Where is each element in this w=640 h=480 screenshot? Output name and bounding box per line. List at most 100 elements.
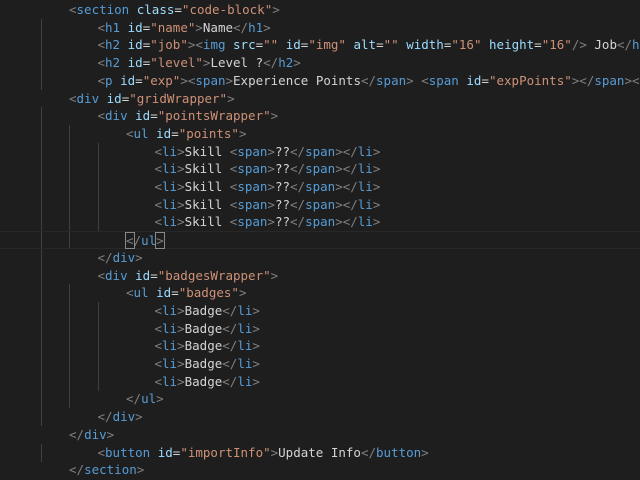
- code-line[interactable]: <li>Badge</li>: [0, 337, 640, 356]
- code-line[interactable]: <ul id="badges">: [0, 284, 640, 303]
- token-tag: span: [237, 179, 268, 194]
- indent-guide: [69, 301, 70, 320]
- token-punct: </: [222, 373, 238, 389]
- code-line[interactable]: <h1 id="name">Name</h1>: [0, 18, 640, 37]
- token-tag: span: [428, 72, 459, 88]
- token-attr: id: [135, 267, 151, 283]
- token-tag: li: [237, 356, 253, 371]
- code-line[interactable]: <li>Skill <span>??</span></li>: [0, 178, 640, 196]
- code-line[interactable]: </div>: [0, 408, 640, 427]
- code-line[interactable]: </div>: [0, 248, 640, 267]
- token-str: "16": [541, 37, 572, 53]
- token-text: =: [376, 37, 384, 53]
- code-line[interactable]: <div id="pointsWrapper">: [0, 107, 640, 126]
- token-punct: >: [421, 444, 429, 460]
- token-punct: >: [106, 426, 115, 442]
- token-punct: </: [69, 426, 85, 442]
- code-line[interactable]: <button id="importInfo">Update Info</but…: [0, 443, 640, 462]
- code-content: <li>Badge</li>: [155, 355, 260, 373]
- code-line[interactable]: <li>Skill <span>??</span></li>: [0, 160, 640, 179]
- token-text: Badge: [184, 320, 223, 336]
- indent-guide: [40, 248, 42, 267]
- token-punct: >: [270, 108, 279, 124]
- code-line[interactable]: <li>Badge</li>: [0, 355, 640, 373]
- indent-guide: [69, 142, 70, 161]
- code-editor[interactable]: <section class="code-block"> <h1 id="name…: [0, 0, 640, 480]
- code-line[interactable]: <li>Badge</li>: [0, 372, 640, 391]
- indent-guide: [97, 195, 99, 214]
- indent-guide: [97, 213, 99, 232]
- token-tag: ul: [141, 233, 157, 249]
- token-tag: span: [305, 143, 336, 159]
- token-attr: id: [127, 37, 143, 53]
- indent-guide: [40, 390, 42, 409]
- code-line[interactable]: <section class="code-block">: [0, 1, 640, 19]
- token-punct: </: [263, 55, 279, 71]
- token-text: Skill: [184, 214, 230, 230]
- code-line[interactable]: </div>: [0, 426, 640, 444]
- code-content: <ul id="badges">: [126, 284, 246, 302]
- token-punct: </: [69, 462, 85, 478]
- code-line[interactable]: <ul id="points">: [0, 124, 640, 143]
- code-content: </div>: [69, 426, 114, 444]
- token-attr: alt: [353, 37, 377, 53]
- token-punct: >: [177, 320, 185, 336]
- indent-guide: [40, 178, 42, 196]
- token-tag: button: [105, 444, 151, 460]
- code-line[interactable]: <h2 id="job"><img src="" id="img" alt=""…: [0, 36, 640, 55]
- token-punct: >: [335, 214, 343, 230]
- code-line[interactable]: <div id="badgesWrapper">: [0, 266, 640, 285]
- code-content: <div id="gridWrapper">: [69, 90, 235, 108]
- token-tag: li: [357, 179, 373, 194]
- code-line[interactable]: <li>Badge</li>: [0, 319, 640, 338]
- token-text: Experience Points: [233, 72, 361, 88]
- code-line[interactable]: <li>Badge</li>: [0, 301, 640, 320]
- token-tag: li: [357, 214, 373, 230]
- code-line[interactable]: <p id="exp"><span>Experience Points</spa…: [0, 71, 640, 90]
- token-str: "badgesWrapper": [157, 267, 271, 283]
- code-line[interactable]: <li>Skill <span>??</span></li>: [0, 195, 640, 214]
- token-attr: id: [127, 19, 143, 35]
- token-punct: >: [155, 232, 165, 250]
- token-punct: <: [69, 2, 77, 17]
- token-punct: >: [252, 356, 260, 371]
- token-punct: <: [154, 320, 163, 336]
- token-punct: >: [136, 462, 145, 478]
- token-punct: >: [267, 214, 275, 230]
- token-punct: </: [342, 143, 358, 159]
- token-text: =: [150, 108, 158, 124]
- code-line[interactable]: <li>Skill <span>??</span></li>: [0, 213, 640, 232]
- token-attr: id: [135, 108, 151, 124]
- token-text: Job: [586, 37, 617, 53]
- token-punct: </: [342, 161, 358, 177]
- token-punct: >: [406, 72, 414, 88]
- code-content: <div id="badgesWrapper">: [98, 267, 279, 285]
- indent-guide: [69, 319, 70, 338]
- token-punct: >: [270, 267, 279, 283]
- code-line[interactable]: </section>: [0, 461, 640, 479]
- code-line[interactable]: <div id="gridWrapper">: [0, 90, 640, 108]
- indent-guide: [40, 408, 42, 427]
- indent-guide: [40, 54, 42, 73]
- token-tag: div: [84, 426, 107, 442]
- token-punct: >: [267, 143, 275, 159]
- token-tag: li: [357, 161, 373, 177]
- indent-guide: [40, 107, 42, 126]
- token-punct: >: [267, 179, 275, 194]
- code-content: <li>Badge</li>: [155, 337, 260, 355]
- code-line[interactable]: <h2 id="level">Level ?</h2>: [0, 54, 640, 73]
- token-punct: </: [360, 444, 377, 460]
- token-punct: >: [177, 302, 185, 318]
- code-line[interactable]: </ul>: [0, 390, 640, 409]
- code-line[interactable]: <li>Skill <span>??</span></li>: [0, 142, 640, 161]
- code-line[interactable]: </ul>: [0, 231, 640, 250]
- token-punct: <: [154, 161, 163, 177]
- token-punct: </: [290, 179, 306, 194]
- token-punct: /: [133, 233, 142, 249]
- token-punct: >: [135, 409, 143, 425]
